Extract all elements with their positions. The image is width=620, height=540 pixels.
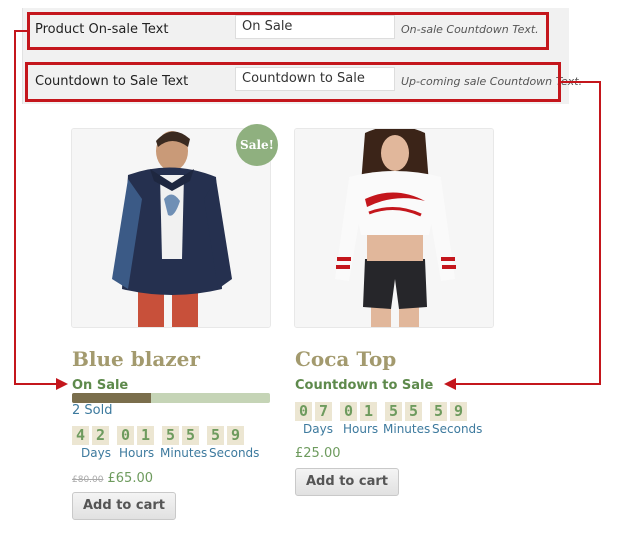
countdown-digit-hours-2: 1 (137, 426, 154, 445)
on-sale-status-text: On Sale (72, 378, 129, 393)
countdown-digit-minutes-2: 5 (405, 402, 422, 421)
sold-count: 2 Sold (72, 403, 113, 418)
countdown-digit-minutes-1: 5 (162, 426, 179, 445)
countdown-label-days: Days (81, 446, 111, 460)
product-title[interactable]: Blue blazer (72, 347, 200, 371)
add-to-cart-button[interactable]: Add to cart (72, 492, 176, 520)
countdown-digit-hours-1: 0 (117, 426, 134, 445)
countdown-digit-minutes-1: 5 (385, 402, 402, 421)
highlight-box-on-sale-setting (27, 12, 549, 50)
countdown-digits: 0 7 0 1 5 5 5 9 (295, 402, 470, 422)
countdown-digits: 4 2 0 1 5 5 5 9 (72, 426, 247, 446)
countdown-digit-days-1: 0 (295, 402, 312, 421)
sold-progress-fill (72, 393, 152, 403)
countdown-label-hours: Hours (343, 422, 379, 436)
countdown-digit-days-2: 2 (92, 426, 109, 445)
countdown-digit-seconds-2: 9 (450, 402, 467, 421)
countdown-label-hours: Hours (119, 446, 155, 460)
highlight-box-countdown-setting (25, 62, 561, 102)
countdown-digit-days-1: 4 (72, 426, 89, 445)
countdown-digit-hours-1: 0 (340, 402, 357, 421)
old-price: £80.00 (72, 475, 104, 485)
add-to-cart-button[interactable]: Add to cart (295, 468, 399, 496)
product-image-coca-top[interactable] (294, 128, 494, 328)
arrowhead-on-sale (56, 378, 68, 390)
countdown-label-minutes: Minutes (160, 446, 208, 460)
sale-price: £65.00 (107, 471, 154, 486)
product-card-coca-top (294, 128, 494, 328)
countdown-label-seconds: Seconds (432, 422, 483, 436)
countdown-digit-seconds-2: 9 (227, 426, 244, 445)
product-title[interactable]: Coca Top (295, 347, 396, 371)
countdown-label-days: Days (303, 422, 333, 436)
countdown-label-minutes: Minutes (383, 422, 431, 436)
sold-progress-bar (72, 393, 270, 403)
product-price: £80.00 £65.00 (72, 471, 153, 486)
countdown-labels: Days Hours Minutes Seconds (72, 446, 272, 462)
product-price: £25.00 (295, 446, 341, 461)
countdown-label-seconds: Seconds (209, 446, 260, 460)
countdown-digit-minutes-2: 5 (182, 426, 199, 445)
price-value: £25.00 (295, 446, 341, 461)
countdown-digit-days-2: 7 (315, 402, 332, 421)
countdown-digit-hours-2: 1 (360, 402, 377, 421)
countdown-digit-seconds-1: 5 (207, 426, 224, 445)
countdown-digit-seconds-1: 5 (430, 402, 447, 421)
countdown-labels: Days Hours Minutes Seconds (295, 422, 495, 438)
arrowhead-countdown (444, 378, 456, 390)
countdown-to-sale-status-text: Countdown to Sale (295, 378, 434, 393)
sale-badge: Sale! (236, 124, 278, 166)
